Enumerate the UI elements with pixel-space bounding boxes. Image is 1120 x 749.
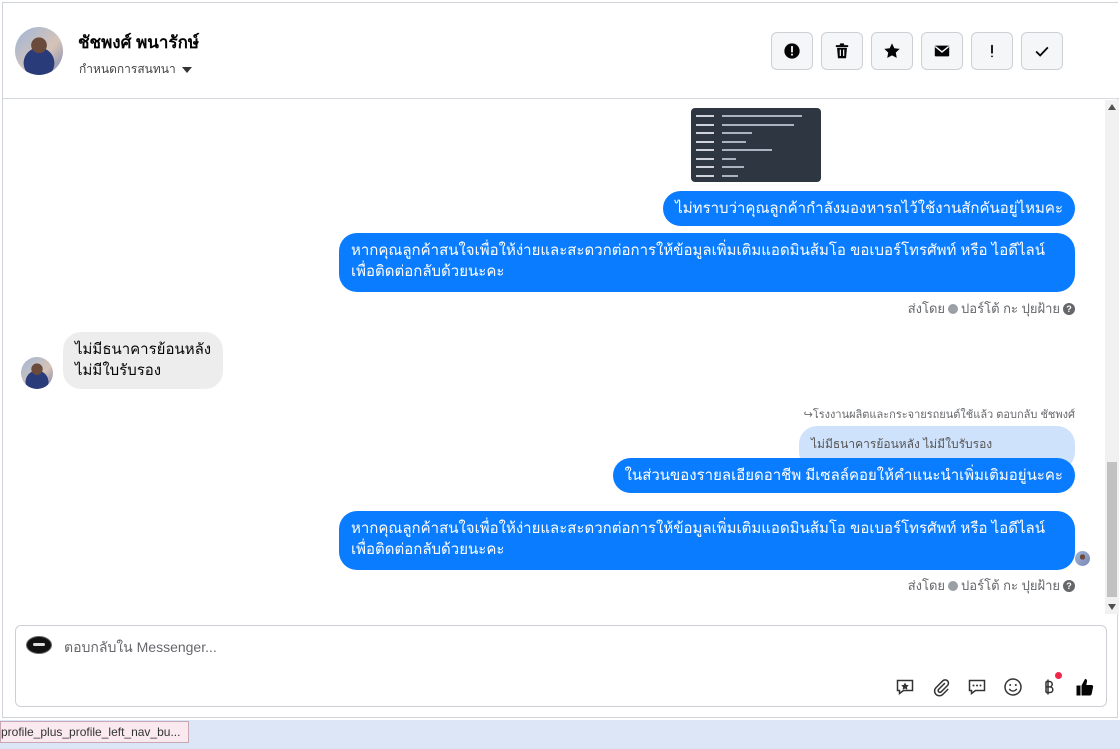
- reply-context-text: โรงงานผลิตและกระจายรถยนต์ใช้แล้ว ตอบกลับ…: [812, 409, 1075, 421]
- mark-unread-button[interactable]: [921, 32, 963, 70]
- sent-by-info: ส่งโดย ปอร์โต้ กะ ปุยฝ้าย ?: [908, 298, 1075, 319]
- reply-input[interactable]: [64, 639, 764, 655]
- saved-reply-button[interactable]: [894, 676, 916, 698]
- page-role-icon: [948, 303, 959, 314]
- envelope-icon: [934, 45, 950, 57]
- attachment-icon: [933, 679, 950, 697]
- baht-icon: [1045, 679, 1054, 695]
- sent-by-info: ส่งโดย ปอร์โต้ กะ ปุยฝ้าย ?: [908, 575, 1075, 596]
- message-bubble-outgoing[interactable]: ในส่วนของรายลเอียดอาชีพ มีเซลล์คอยให้คำแ…: [612, 458, 1075, 493]
- message-bubble-outgoing[interactable]: หากคุณลูกค้าสนใจเพื่อให้ง่ายและสะดวกต่อก…: [339, 511, 1075, 570]
- seen-by-avatar: [1075, 551, 1090, 566]
- message-bubble-incoming[interactable]: ไม่มีธนาคารย้อนหลัง ไม่มีใบรับรอง: [63, 332, 224, 389]
- page-logo: [26, 636, 52, 654]
- alert-circle-icon: [784, 43, 800, 59]
- page-role-icon: [948, 580, 959, 591]
- emoji-button[interactable]: [1002, 676, 1024, 698]
- quick-reply-button[interactable]: [966, 676, 988, 698]
- notification-dot: [1055, 672, 1062, 679]
- payment-button[interactable]: [1038, 672, 1062, 698]
- star-icon: [884, 43, 900, 58]
- message-bubble-outgoing[interactable]: ไม่ทราบว่าคุณลูกค้ากำลังมองหารถไว้ใช้งาน…: [663, 191, 1075, 226]
- contact-avatar[interactable]: [15, 27, 63, 75]
- saved-reply-icon: [896, 679, 914, 695]
- conversation-header: ชัชพงศ์ พนารักษ์ กำหนดการสนทนา: [3, 3, 1119, 99]
- message-composer: [15, 625, 1107, 707]
- check-icon: [1035, 46, 1049, 57]
- delete-button[interactable]: [821, 32, 863, 70]
- exclamation-icon: [991, 44, 993, 58]
- reply-context-note: ↪โรงงานผลิตและกระจายรถยนต์ใช้แล้ว ตอบกลั…: [804, 405, 1075, 423]
- reply-arrow-icon: ↪: [803, 409, 813, 421]
- chat-bubble-icon: [968, 679, 986, 695]
- message-thread[interactable]: ไม่ทราบว่าคุณลูกค้ากำลังมองหารถไว้ใช้งาน…: [3, 100, 1119, 614]
- emoji-icon: [1004, 678, 1022, 696]
- follow-up-button[interactable]: [971, 32, 1013, 70]
- scroll-up-arrow-icon[interactable]: [1108, 104, 1116, 110]
- contact-name[interactable]: ชัชพงศ์ พนารักษ์: [78, 29, 199, 56]
- star-button[interactable]: [871, 32, 913, 70]
- scroll-thumb[interactable]: [1107, 462, 1117, 597]
- message-bubble-outgoing[interactable]: หากคุณลูกค้าสนใจเพื่อให้ง่ายและสะดวกต่อก…: [339, 233, 1075, 292]
- conversation-schedule-label: กำหนดการสนทนา: [79, 62, 176, 76]
- help-icon[interactable]: ?: [1063, 579, 1075, 592]
- attach-button[interactable]: [930, 676, 952, 698]
- sent-by-prefix: ส่งโดย: [907, 301, 946, 316]
- status-url: profile_plus_profile_left_nav_bu...: [0, 721, 190, 743]
- thread-scrollbar[interactable]: [1105, 100, 1119, 614]
- browser-status-bar: profile_plus_profile_left_nav_bu...: [0, 720, 1120, 749]
- sender-name[interactable]: ปอร์โต้ กะ ปุยฝ้าย: [961, 298, 1060, 319]
- like-icon: [1076, 679, 1094, 696]
- composer-tools: [894, 672, 1096, 698]
- contact-avatar-small[interactable]: [21, 357, 53, 389]
- mark-done-button[interactable]: [1021, 32, 1063, 70]
- header-actions: [771, 32, 1063, 70]
- inbox-window: ชัชพงศ์ พนารักษ์ กำหนดการสนทนา ไม่ทราบว่…: [2, 2, 1119, 718]
- conversation-schedule-dropdown[interactable]: กำหนดการสนทนา: [79, 60, 192, 79]
- scroll-down-arrow-icon[interactable]: [1108, 604, 1116, 610]
- trash-icon: [835, 43, 849, 59]
- caret-down-icon: [181, 66, 192, 73]
- sender-name[interactable]: ปอร์โต้ กะ ปุยฝ้าย: [961, 575, 1060, 596]
- like-button[interactable]: [1074, 676, 1096, 698]
- sent-by-prefix: ส่งโดย: [907, 578, 946, 593]
- image-attachment[interactable]: [691, 108, 821, 182]
- help-icon[interactable]: ?: [1063, 302, 1075, 315]
- mark-spam-button[interactable]: [771, 32, 813, 70]
